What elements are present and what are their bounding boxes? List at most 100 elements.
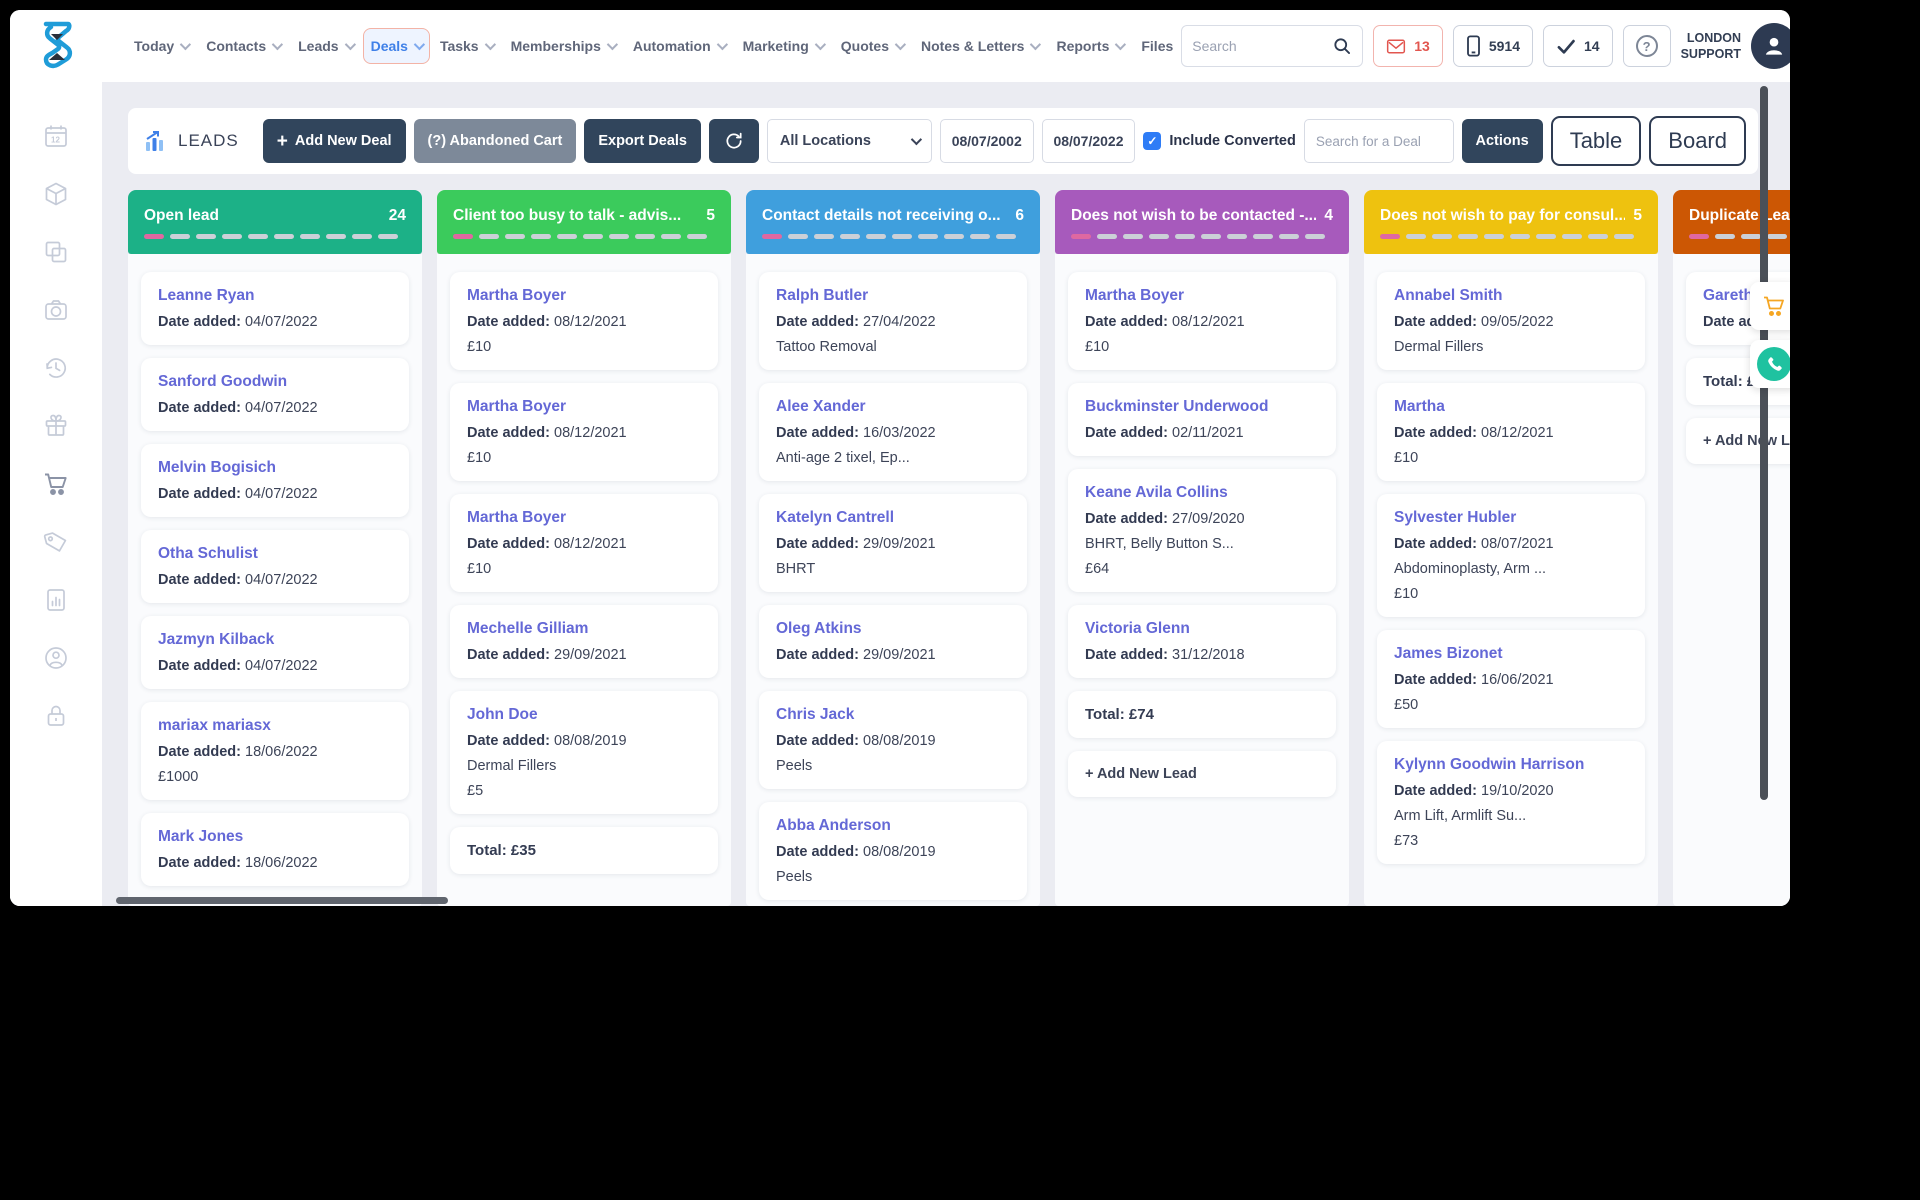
add-new-lead-button[interactable]: + Add New Lead (1068, 751, 1336, 797)
deal-name-link[interactable]: Leanne Ryan (158, 287, 392, 305)
deal-name-link[interactable]: Martha Boyer (467, 287, 701, 305)
include-converted-checkbox[interactable] (1143, 132, 1161, 150)
deal-card[interactable]: Jazmyn KilbackDate added: 04/07/2022 (141, 616, 409, 689)
deal-name-link[interactable]: Kylynn Goodwin Harrison (1394, 756, 1628, 774)
camera-icon[interactable] (43, 296, 69, 323)
deal-name-link[interactable]: James Bizonet (1394, 645, 1628, 663)
nav-item-automation[interactable]: Automation (625, 28, 733, 64)
board-view-button[interactable]: Board (1649, 116, 1746, 166)
deal-card[interactable]: Otha SchulistDate added: 04/07/2022 (141, 530, 409, 603)
deal-name-link[interactable]: Martha Boyer (1085, 287, 1319, 305)
deal-name-link[interactable]: mariax mariasx (158, 717, 392, 735)
tag-icon[interactable] (43, 528, 69, 555)
nav-item-notes-letters[interactable]: Notes & Letters (913, 28, 1046, 64)
deal-card[interactable]: Martha BoyerDate added: 08/12/2021£10 (450, 383, 718, 481)
deal-card[interactable]: Melvin BogisichDate added: 04/07/2022 (141, 444, 409, 517)
export-deals-button[interactable]: Export Deals (584, 119, 701, 163)
deal-card[interactable]: Leanne RyanDate added: 04/07/2022 (141, 272, 409, 345)
deal-card[interactable]: Oleg AtkinsDate added: 29/09/2021 (759, 605, 1027, 678)
lock-icon[interactable] (43, 702, 69, 729)
deal-card[interactable]: Sanford GoodwinDate added: 04/07/2022 (141, 358, 409, 431)
search-icon[interactable] (1332, 36, 1352, 56)
report-icon[interactable] (43, 586, 69, 613)
deal-card[interactable]: Buckminster UnderwoodDate added: 02/11/2… (1068, 383, 1336, 456)
deal-card[interactable]: Mark JonesDate added: 18/06/2022 (141, 813, 409, 886)
deal-card[interactable]: MarthaDate added: 08/12/2021£10 (1377, 383, 1645, 481)
nav-item-memberships[interactable]: Memberships (503, 28, 623, 64)
account-icon[interactable] (43, 644, 69, 671)
deal-card[interactable]: Martha BoyerDate added: 08/12/2021£10 (1068, 272, 1336, 370)
help-badge[interactable] (1623, 25, 1671, 67)
deal-card[interactable]: mariax mariasxDate added: 18/06/2022£100… (141, 702, 409, 800)
deal-name-link[interactable]: Otha Schulist (158, 545, 392, 563)
nav-item-quotes[interactable]: Quotes (833, 28, 911, 64)
deal-name-link[interactable]: Martha (1394, 398, 1628, 416)
deal-card[interactable]: Victoria GlennDate added: 31/12/2018 (1068, 605, 1336, 678)
deal-name-link[interactable]: Sanford Goodwin (158, 373, 392, 391)
nav-item-today[interactable]: Today (126, 28, 196, 64)
abandoned-cart-button[interactable]: (?) Abandoned Cart (414, 119, 577, 163)
mail-badge[interactable]: 13 (1373, 25, 1443, 67)
deal-card[interactable]: Kylynn Goodwin HarrisonDate added: 19/10… (1377, 741, 1645, 864)
nav-item-tasks[interactable]: Tasks (432, 28, 501, 64)
deal-name-link[interactable]: Abba Anderson (776, 817, 1010, 835)
horizontal-scrollbar[interactable] (116, 897, 448, 904)
deal-name-link[interactable]: Oleg Atkins (776, 620, 1010, 638)
calendar-icon[interactable]: 12 (43, 122, 69, 149)
deal-card[interactable]: Ralph ButlerDate added: 27/04/2022Tattoo… (759, 272, 1027, 370)
date-to-input[interactable]: 08/07/2022 (1042, 119, 1136, 163)
avatar[interactable] (1751, 23, 1790, 69)
deal-name-link[interactable]: Buckminster Underwood (1085, 398, 1319, 416)
deal-name-link[interactable]: Mark Jones (158, 828, 392, 846)
deal-name-link[interactable]: Victoria Glenn (1085, 620, 1319, 638)
cart-icon[interactable] (43, 470, 69, 497)
whatsapp-fab[interactable] (1750, 340, 1790, 388)
deal-name-link[interactable]: Katelyn Cantrell (776, 509, 1010, 527)
actions-button[interactable]: Actions (1462, 119, 1543, 163)
deal-card[interactable]: Keane Avila CollinsDate added: 27/09/202… (1068, 469, 1336, 592)
refresh-button[interactable] (709, 119, 759, 163)
search-input[interactable] (1192, 38, 1332, 54)
deal-name-link[interactable]: Keane Avila Collins (1085, 484, 1319, 502)
deal-card[interactable]: Mechelle GilliamDate added: 29/09/2021 (450, 605, 718, 678)
deal-name-link[interactable]: Sylvester Hubler (1394, 509, 1628, 527)
nav-item-reports[interactable]: Reports (1048, 28, 1131, 64)
cart-fab[interactable] (1750, 282, 1790, 330)
deal-name-link[interactable]: Ralph Butler (776, 287, 1010, 305)
deal-card[interactable]: James BizonetDate added: 16/06/2021£50 (1377, 630, 1645, 728)
tasks-badge[interactable]: 14 (1543, 25, 1613, 67)
copy-icon[interactable] (43, 238, 69, 265)
deal-name-link[interactable]: Alee Xander (776, 398, 1010, 416)
package-icon[interactable] (43, 180, 69, 207)
deal-name-link[interactable]: John Doe (467, 706, 701, 724)
date-from-input[interactable]: 08/07/2002 (940, 119, 1034, 163)
nav-item-files[interactable]: Files (1133, 28, 1181, 64)
deal-card[interactable]: John DoeDate added: 08/08/2019Dermal Fil… (450, 691, 718, 814)
deal-name-link[interactable]: Jazmyn Kilback (158, 631, 392, 649)
add-new-deal-button[interactable]: Add New Deal (263, 119, 406, 163)
gift-icon[interactable] (43, 412, 69, 439)
add-new-lead-button[interactable]: + Add New Lead (1686, 418, 1790, 464)
nav-item-deals[interactable]: Deals (363, 28, 430, 64)
deal-card[interactable]: Martha BoyerDate added: 08/12/2021£10 (450, 272, 718, 370)
deal-name-link[interactable]: Chris Jack (776, 706, 1010, 724)
deal-card[interactable]: Annabel SmithDate added: 09/05/2022Derma… (1377, 272, 1645, 370)
deal-card[interactable]: Alee XanderDate added: 16/03/2022Anti-ag… (759, 383, 1027, 481)
app-logo-icon[interactable] (32, 20, 82, 72)
deal-name-link[interactable]: Annabel Smith (1394, 287, 1628, 305)
deal-name-link[interactable]: Mechelle Gilliam (467, 620, 701, 638)
location-select[interactable]: All Locations (767, 119, 932, 163)
deal-search-input[interactable] (1316, 134, 1442, 149)
nav-item-contacts[interactable]: Contacts (198, 28, 288, 64)
nav-item-leads[interactable]: Leads (290, 28, 360, 64)
deal-name-link[interactable]: Martha Boyer (467, 398, 701, 416)
deal-card[interactable]: Katelyn CantrellDate added: 29/09/2021BH… (759, 494, 1027, 592)
table-view-button[interactable]: Table (1551, 116, 1642, 166)
deal-name-link[interactable]: Martha Boyer (467, 509, 701, 527)
history-icon[interactable] (43, 354, 69, 381)
deal-card[interactable]: Abba AndersonDate added: 08/08/2019Peels (759, 802, 1027, 900)
deal-card[interactable]: Martha BoyerDate added: 08/12/2021£10 (450, 494, 718, 592)
deal-card[interactable]: Chris JackDate added: 08/08/2019Peels (759, 691, 1027, 789)
deal-card[interactable]: Sylvester HublerDate added: 08/07/2021Ab… (1377, 494, 1645, 617)
deal-name-link[interactable]: Melvin Bogisich (158, 459, 392, 477)
